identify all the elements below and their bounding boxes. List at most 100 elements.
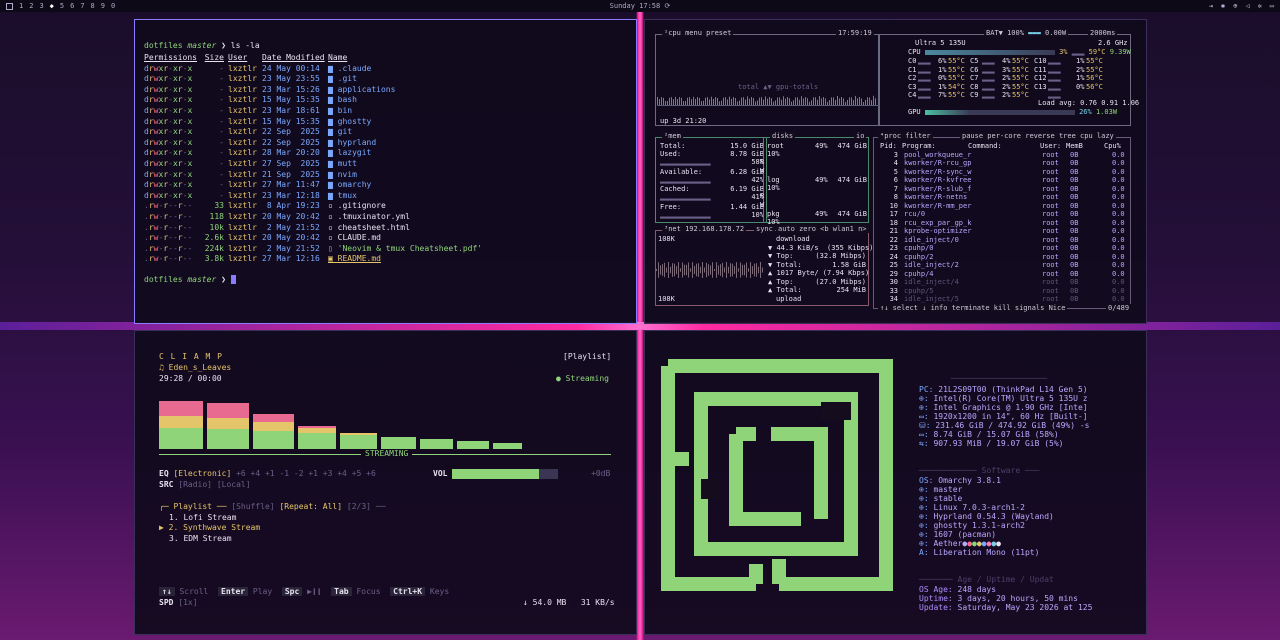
playlist-item-active[interactable]: ▶ 2. Synthwave Stream <box>159 523 260 534</box>
proc-row[interactable]: 10 kworker/R-mm_per root 0B 0.0 <box>876 202 1128 211</box>
file-name[interactable]: ▆ applications <box>328 85 395 96</box>
proc-row[interactable]: 24 cpuhp/2 root 0B 0.0 <box>876 253 1128 262</box>
file-name[interactable]: ▆ lazygit <box>328 148 371 159</box>
clock[interactable]: Sunday 17:58 ⟳ <box>610 2 671 10</box>
file-name[interactable]: ▆ ghostty <box>328 117 371 128</box>
proc-footer[interactable]: ↑↓ select ↓ info terminate kill signals … <box>878 304 1068 312</box>
repeat-toggle[interactable]: [Repeat: All] <box>279 502 342 511</box>
file-name[interactable]: ▫ cheatsheet.html <box>328 223 410 234</box>
file-name[interactable]: ▆ omarchy <box>328 180 371 191</box>
menu-icon[interactable] <box>6 2 13 10</box>
speed-row[interactable]: SPD [1x] <box>159 598 198 609</box>
file-name[interactable]: ▆ git <box>328 127 352 138</box>
proc-row[interactable]: 33 cpuhp/5 root 0B 0.0 <box>876 287 1128 296</box>
playlist-item[interactable]: 1. Lofi Stream <box>169 513 236 524</box>
playlist-tag[interactable]: [Playlist] <box>563 352 611 363</box>
file-name[interactable]: ▆ .claude <box>328 64 371 75</box>
battery-icon[interactable]: ▭ <box>1270 2 1274 10</box>
update-interval[interactable]: 2000ms <box>1088 29 1118 37</box>
prompt-current[interactable]: dotfiles master ❯ _ <box>144 275 236 286</box>
ls-row[interactable]: .rw-r--r-- 3.8k lxztlr 27 Mar 12:16 ▣ README… <box>144 254 482 265</box>
ls-row[interactable]: .rw-r--r-- 10k lxztlr 2 May 21:52 ▫ cheatsh… <box>144 223 482 234</box>
file-name[interactable]: ▆ tmux <box>328 191 357 202</box>
workspace-switcher[interactable]: 1 2 3 ◆ 5 6 7 8 9 0 <box>19 2 115 10</box>
ls-row[interactable]: drwxr-xr-x - lxztlr 21 Sep 2025 ▆ nvim <box>144 170 482 181</box>
btop-pane[interactable]: ¹cpu menu preset 17:59:19 total ▲▼ gpu-t… <box>644 19 1147 324</box>
ls-row[interactable]: drwxr-xr-x - lxztlr 23 May 23:55 ▆ .git <box>144 74 482 85</box>
net-sync-button[interactable]: sync <box>754 225 775 233</box>
volume-slider[interactable] <box>452 469 558 479</box>
src-row[interactable]: SRC [Radio] [Local] <box>159 480 251 491</box>
cliamp-pane[interactable]: C L I A M P ♫ Eden_s_Leaves 29:28 / 00:0… <box>134 330 637 635</box>
proc-row[interactable]: 25 idle_inject/2 root 0B 0.0 <box>876 261 1128 270</box>
proc-row[interactable]: 30 idle_inject/4 root 0B 0.0 <box>876 278 1128 287</box>
workspace-8[interactable]: 8 <box>91 2 95 10</box>
proc-row[interactable]: 22 idle_inject/0 root 0B 0.0 <box>876 236 1128 245</box>
file-name[interactable]: ▆ mutt <box>328 159 357 170</box>
workspace-4[interactable]: ◆ <box>50 2 54 10</box>
bluetooth-icon[interactable]: ✱ <box>1221 2 1225 10</box>
date-text: 8 Apr 19:23 <box>262 201 320 211</box>
settings-icon[interactable]: ✲ <box>1258 2 1262 10</box>
ls-row[interactable]: drwxr-xr-x - lxztlr 23 Mar 18:61 ▆ bin <box>144 106 482 117</box>
proc-row[interactable]: 3 pool_workqueue_r root 0B 0.0 <box>876 151 1128 160</box>
workspace-5[interactable]: 5 <box>60 2 64 10</box>
proc-row[interactable]: 18 rcu_exp_par_gp_k root 0B 0.0 <box>876 219 1128 228</box>
shuffle-toggle[interactable]: [Shuffle] <box>231 502 274 511</box>
ls-row[interactable]: drwxr-xr-x - lxztlr 27 Mar 11:47 ▆ omarchy <box>144 180 482 191</box>
ls-row[interactable]: .rw-r--r-- 118 lxztlr 20 May 20:42 ▫ .tmuxin… <box>144 212 482 223</box>
cpu-box-tabs[interactable]: ¹cpu menu preset <box>662 29 734 37</box>
proc-row[interactable]: 4 kworker/R-rcu_gp root 0B 0.0 <box>876 159 1128 168</box>
proc-row[interactable]: 23 cpuhp/0 root 0B 0.0 <box>876 244 1128 253</box>
size-text: - <box>219 169 224 179</box>
file-name[interactable]: ▯ 'Neovim & tmux Cheatsheet.pdf' <box>328 244 482 255</box>
ls-row[interactable]: drwxr-xr-x - lxztlr 22 Sep 2025 ▆ hyprland <box>144 138 482 149</box>
ls-row[interactable]: drwxr-xr-x - lxztlr 23 Mar 15:26 ▆ applicati… <box>144 85 482 96</box>
ls-row[interactable]: drwxr-xr-x - lxztlr 15 May 15:35 ▆ ghostty <box>144 117 482 128</box>
proc-row[interactable]: 29 cpuhp/4 root 0B 0.0 <box>876 270 1128 279</box>
ls-row[interactable]: drwxr-xr-x - lxztlr 27 Sep 2025 ▆ mutt <box>144 159 482 170</box>
workspace-6[interactable]: 6 <box>70 2 74 10</box>
ls-row[interactable]: drwxr-xr-x - lxztlr 15 May 15:35 ▆ bash <box>144 95 482 106</box>
perm-text: .rw-r--r-- <box>144 222 193 232</box>
proc-row[interactable]: 5 kworker/R-sync_w root 0B 0.0 <box>876 168 1128 177</box>
ls-row[interactable]: drwxr-xr-x - lxztlr 24 May 00:14 ▆ .claude <box>144 64 482 75</box>
playlist-item[interactable]: 3. EDM Stream <box>169 534 232 545</box>
network-icon[interactable]: ⊕ <box>1233 2 1237 10</box>
workspace-0[interactable]: 0 <box>111 2 115 10</box>
proc-row[interactable]: 7 kworker/R-slub_f root 0B 0.0 <box>876 185 1128 194</box>
workspace-9[interactable]: 9 <box>101 2 105 10</box>
file-name[interactable]: ▆ bash <box>328 95 357 106</box>
ls-row[interactable]: drwxr-xr-x - lxztlr 23 Mar 12:18 ▆ tmux <box>144 191 482 202</box>
file-name[interactable]: ▫ .tmuxinator.yml <box>328 212 410 223</box>
workspace-3[interactable]: 3 <box>39 2 43 10</box>
ls-row[interactable]: drwxr-xr-x - lxztlr 22 Sep 2025 ▆ git <box>144 127 482 138</box>
file-name[interactable]: ▆ hyprland <box>328 138 376 149</box>
proc-row[interactable]: 34 idle_inject/5 root 0B 0.0 <box>876 295 1128 304</box>
ls-row[interactable]: .rw-r--r-- 224k lxztlr 2 May 21:52 ▯ 'Neovi… <box>144 244 482 255</box>
workspace-2[interactable]: 2 <box>29 2 33 10</box>
ls-row[interactable]: .rw-r--r-- 33 lxztlr 8 Apr 19:23 ▫ .gitigno… <box>144 201 482 212</box>
workspace-7[interactable]: 7 <box>80 2 84 10</box>
process-list[interactable]: Pid: Program: Command: User: MemB Cpu% 3 pool_w… <box>876 142 1128 304</box>
file-name[interactable]: ▆ .git <box>328 74 357 85</box>
file-name[interactable]: ▆ bin <box>328 106 352 117</box>
eq-row[interactable]: EQ [Electronic] +6 +4 +1 -1 -2 +1 +3 +4 … <box>159 469 376 480</box>
proc-row[interactable]: 8 kworker/R-netns root 0B 0.0 <box>876 193 1128 202</box>
file-name[interactable]: ▫ .gitignore <box>328 201 386 212</box>
ls-row[interactable]: .rw-r--r-- 2.6k lxztlr 20 May 20:42 ▫ CLAUDE… <box>144 233 482 244</box>
proc-row[interactable]: 17 rcu/0 root 0B 0.0 <box>876 210 1128 219</box>
file-name[interactable]: ▫ CLAUDE.md <box>328 233 381 244</box>
terminal-pane[interactable]: dotfiles master ❯ ls -la Permissions Size… <box>134 19 637 324</box>
workspace-1[interactable]: 1 <box>19 2 23 10</box>
file-name[interactable]: ▆ nvim <box>328 170 357 181</box>
cpu-total-row: CPU 3% ▂▂▂ 59°C 9.39W <box>908 48 1131 56</box>
file-name[interactable]: ▣ README.md <box>328 254 381 265</box>
screen-record-icon[interactable]: ⇥ <box>1209 2 1213 10</box>
ls-row[interactable]: drwxr-xr-x - lxztlr 28 Mar 20:20 ▆ lazygit <box>144 148 482 159</box>
volume-icon[interactable]: ◁ <box>1245 2 1249 10</box>
fastfetch-pane[interactable]: ──────────────────── PC: 21L2S09T00 (Thi… <box>644 330 1147 635</box>
proc-row[interactable]: 21 kprobe-optimizer root 0B 0.0 <box>876 227 1128 236</box>
user-text: lxztlr <box>228 63 257 73</box>
proc-row[interactable]: 6 kworker/R-kvfree root 0B 0.0 <box>876 176 1128 185</box>
